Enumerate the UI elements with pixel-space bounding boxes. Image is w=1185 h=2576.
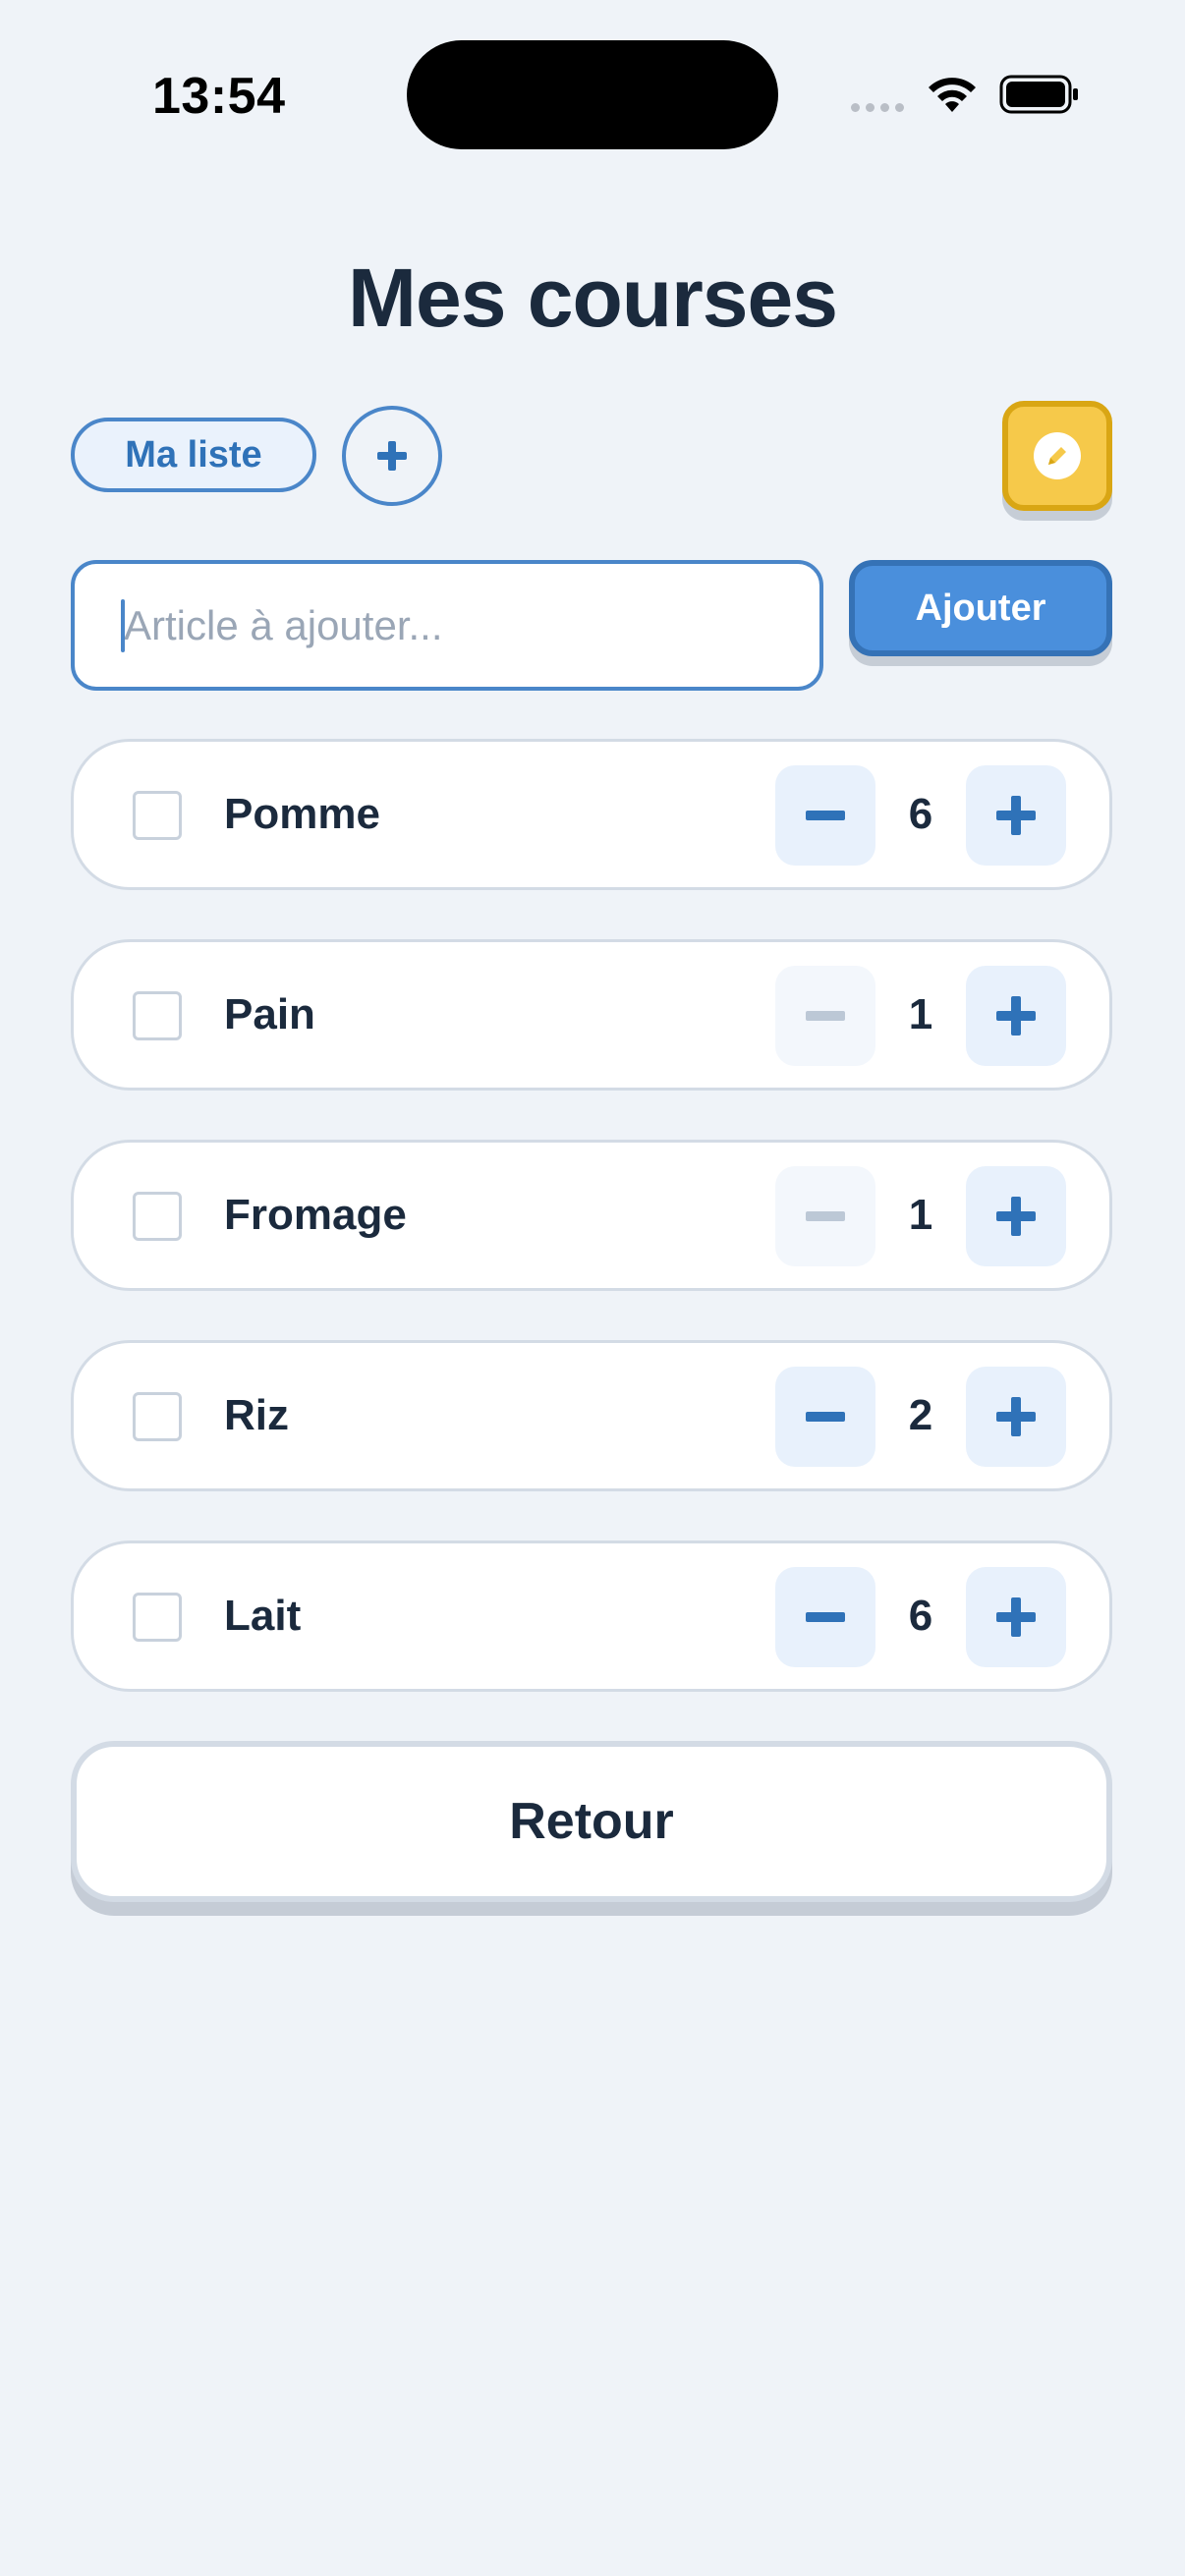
plus-icon: [996, 1397, 1036, 1436]
minus-icon: [806, 1011, 845, 1021]
increase-quantity-button[interactable]: [966, 1166, 1066, 1266]
item-name: Riz: [224, 1391, 289, 1439]
back-button[interactable]: Retour: [71, 1741, 1112, 1902]
plus-icon: [996, 796, 1036, 835]
cellular-signal-icon: [851, 103, 906, 115]
status-time: 13:54: [152, 68, 286, 125]
minus-icon: [806, 1612, 845, 1622]
decrease-quantity-button[interactable]: [775, 765, 875, 866]
plus-icon: [996, 1197, 1036, 1236]
item-checkbox[interactable]: [133, 1192, 182, 1241]
item-quantity: 2: [908, 1391, 933, 1439]
item-checkbox[interactable]: [133, 991, 182, 1040]
increase-quantity-button[interactable]: [966, 1367, 1066, 1467]
increase-quantity-button[interactable]: [966, 765, 1066, 866]
article-input[interactable]: [71, 560, 823, 691]
decrease-quantity-button[interactable]: [775, 966, 875, 1066]
edit-list-button[interactable]: [1002, 401, 1112, 511]
list-item: Pomme 6: [71, 739, 1112, 890]
list-item: Fromage 1: [71, 1140, 1112, 1291]
text-cursor: [121, 599, 125, 652]
item-name: Lait: [224, 1592, 302, 1640]
add-item-button[interactable]: Ajouter: [849, 560, 1112, 656]
status-bar: 13:54: [0, 0, 1185, 149]
increase-quantity-button[interactable]: [966, 966, 1066, 1066]
list-chip-ma-liste[interactable]: Ma liste: [71, 418, 316, 492]
minus-icon: [806, 1211, 845, 1221]
list-item: Pain 1: [71, 939, 1112, 1091]
page-title: Mes courses: [348, 252, 838, 344]
item-checkbox[interactable]: [133, 791, 182, 840]
minus-icon: [806, 811, 845, 820]
list-item: Lait 6: [71, 1540, 1112, 1692]
plus-icon: [996, 1597, 1036, 1637]
item-checkbox[interactable]: [133, 1392, 182, 1441]
decrease-quantity-button[interactable]: [775, 1367, 875, 1467]
increase-quantity-button[interactable]: [966, 1567, 1066, 1667]
item-quantity: 6: [908, 790, 933, 838]
pencil-icon: [1048, 447, 1066, 465]
item-quantity: 6: [908, 1592, 933, 1640]
minus-icon: [806, 1412, 845, 1422]
plus-icon: [996, 996, 1036, 1036]
plus-icon: [377, 441, 407, 471]
dynamic-island: [407, 40, 778, 149]
decrease-quantity-button[interactable]: [775, 1166, 875, 1266]
wifi-icon: [929, 78, 976, 112]
item-name: Pomme: [224, 790, 380, 838]
add-list-button[interactable]: [342, 406, 442, 506]
item-quantity: 1: [908, 1191, 933, 1239]
item-checkbox[interactable]: [133, 1593, 182, 1642]
battery-icon: [999, 75, 1078, 114]
item-quantity: 1: [908, 990, 933, 1038]
decrease-quantity-button[interactable]: [775, 1567, 875, 1667]
edit-icon-circle: [1034, 432, 1081, 479]
item-list: Pomme 6 Pain 1 Fromage 1 Riz 2 Lait 6: [71, 739, 1112, 1741]
item-name: Fromage: [224, 1191, 407, 1239]
list-item: Riz 2: [71, 1340, 1112, 1491]
item-name: Pain: [224, 990, 315, 1038]
